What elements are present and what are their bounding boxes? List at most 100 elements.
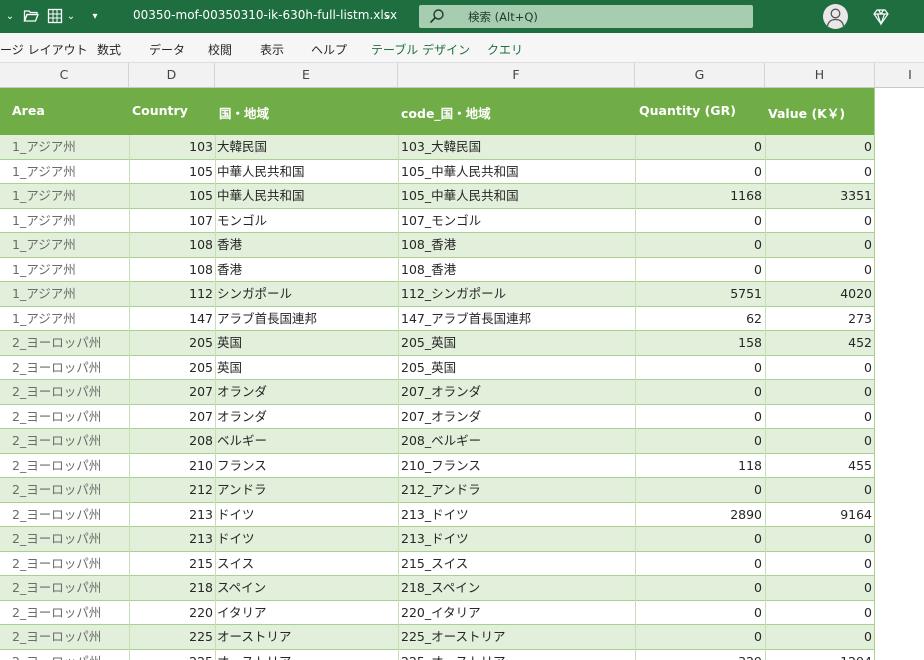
- cell-quantity[interactable]: 0: [636, 601, 762, 625]
- cell-code-country-name[interactable]: 225_オーストリア: [401, 650, 633, 660]
- cell-code-country-name[interactable]: 108_香港: [401, 233, 633, 257]
- cell-country-name[interactable]: ドイツ: [217, 527, 395, 551]
- cell-country-code[interactable]: 213: [129, 503, 213, 527]
- cell-country-name[interactable]: ドイツ: [217, 503, 395, 527]
- cell-area[interactable]: 1_アジア州: [12, 135, 127, 159]
- cell-quantity[interactable]: 62: [636, 307, 762, 331]
- cell-quantity[interactable]: 0: [636, 209, 762, 233]
- cell-code-country-name[interactable]: 103_大韓民国: [401, 135, 633, 159]
- cell-quantity[interactable]: 118: [636, 454, 762, 478]
- cell-country-name[interactable]: オーストリア: [217, 650, 395, 660]
- file-menu-chevron-icon[interactable]: ⌄: [383, 8, 392, 21]
- cell-quantity[interactable]: 0: [636, 576, 762, 600]
- account-avatar[interactable]: [823, 4, 848, 29]
- cell-country-code[interactable]: 213: [129, 527, 213, 551]
- cell-quantity[interactable]: 0: [636, 233, 762, 257]
- cell-area[interactable]: 1_アジア州: [12, 209, 127, 233]
- cell-area[interactable]: 2_ヨーロッパ州: [12, 527, 127, 551]
- header-quantity[interactable]: Quantity (GR): [639, 103, 736, 118]
- cell-area[interactable]: 2_ヨーロッパ州: [12, 380, 127, 404]
- header-code-country-name[interactable]: code_国・地域: [401, 103, 491, 122]
- cell-code-country-name[interactable]: 112_シンガポール: [401, 282, 633, 306]
- cell-area[interactable]: 2_ヨーロッパ州: [12, 650, 127, 660]
- cell-quantity[interactable]: 0: [636, 527, 762, 551]
- cell-value[interactable]: 455: [765, 454, 872, 478]
- cell-country-code[interactable]: 108: [129, 233, 213, 257]
- tab-query[interactable]: クエリ: [487, 41, 523, 58]
- cell-value[interactable]: 0: [765, 160, 872, 184]
- cell-code-country-name[interactable]: 105_中華人民共和国: [401, 160, 633, 184]
- cell-country-name[interactable]: 中華人民共和国: [217, 184, 395, 208]
- header-area[interactable]: Area: [12, 103, 45, 118]
- tab-table-design[interactable]: テーブル デザイン: [371, 41, 470, 58]
- cell-value[interactable]: 0: [765, 625, 872, 649]
- cell-country-code[interactable]: 103: [129, 135, 213, 159]
- cell-quantity[interactable]: 0: [636, 135, 762, 159]
- cell-value[interactable]: 0: [765, 601, 872, 625]
- cell-country-code[interactable]: 105: [129, 160, 213, 184]
- cell-value[interactable]: 0: [765, 527, 872, 551]
- cell-quantity[interactable]: 0: [636, 258, 762, 282]
- cell-country-code[interactable]: 212: [129, 478, 213, 502]
- cell-country-code[interactable]: 220: [129, 601, 213, 625]
- cell-country-name[interactable]: オーストリア: [217, 625, 395, 649]
- cell-area[interactable]: 1_アジア州: [12, 184, 127, 208]
- tab-review[interactable]: 校閲: [208, 41, 232, 58]
- cell-value[interactable]: 273: [765, 307, 872, 331]
- cell-country-name[interactable]: アンドラ: [217, 478, 395, 502]
- tab-data[interactable]: データ: [149, 41, 185, 58]
- cell-country-name[interactable]: ベルギー: [217, 429, 395, 453]
- header-country[interactable]: Country: [132, 103, 188, 118]
- cell-country-name[interactable]: イタリア: [217, 601, 395, 625]
- cell-country-code[interactable]: 225: [129, 625, 213, 649]
- cell-country-code[interactable]: 112: [129, 282, 213, 306]
- column-header-f[interactable]: F: [398, 63, 635, 87]
- column-header-e[interactable]: E: [215, 63, 398, 87]
- cell-code-country-name[interactable]: 108_香港: [401, 258, 633, 282]
- cell-country-name[interactable]: 大韓民国: [217, 135, 395, 159]
- cell-code-country-name[interactable]: 207_オランダ: [401, 405, 633, 429]
- column-header-i[interactable]: I: [875, 63, 924, 87]
- cell-area[interactable]: 2_ヨーロッパ州: [12, 454, 127, 478]
- cell-country-code[interactable]: 105: [129, 184, 213, 208]
- column-header-g[interactable]: G: [635, 63, 765, 87]
- cell-country-name[interactable]: 香港: [217, 258, 395, 282]
- cell-value[interactable]: 9164: [765, 503, 872, 527]
- column-header-d[interactable]: D: [129, 63, 215, 87]
- cell-country-name[interactable]: フランス: [217, 454, 395, 478]
- header-value[interactable]: Value (K￥): [768, 103, 845, 122]
- form-icon[interactable]: [46, 5, 64, 27]
- cell-area[interactable]: 2_ヨーロッパ州: [12, 331, 127, 355]
- cell-code-country-name[interactable]: 213_ドイツ: [401, 527, 633, 551]
- premium-diamond-icon[interactable]: [871, 7, 891, 27]
- cell-code-country-name[interactable]: 210_フランス: [401, 454, 633, 478]
- cell-country-name[interactable]: 英国: [217, 356, 395, 380]
- cell-value[interactable]: 452: [765, 331, 872, 355]
- cell-area[interactable]: 1_アジア州: [12, 282, 127, 306]
- header-country-name[interactable]: 国・地域: [219, 103, 269, 122]
- cell-country-code[interactable]: 210: [129, 454, 213, 478]
- cell-value[interactable]: 0: [765, 478, 872, 502]
- cell-country-name[interactable]: モンゴル: [217, 209, 395, 233]
- cell-area[interactable]: 2_ヨーロッパ州: [12, 552, 127, 576]
- cell-value[interactable]: 0: [765, 356, 872, 380]
- customize-toolbar-icon[interactable]: ▾: [88, 5, 102, 27]
- cell-quantity[interactable]: 0: [636, 625, 762, 649]
- cell-country-name[interactable]: シンガポール: [217, 282, 395, 306]
- cell-value[interactable]: 3351: [765, 184, 872, 208]
- tab-help[interactable]: ヘルプ: [311, 41, 347, 58]
- cell-code-country-name[interactable]: 213_ドイツ: [401, 503, 633, 527]
- open-folder-icon[interactable]: [22, 5, 40, 27]
- cell-quantity[interactable]: 0: [636, 429, 762, 453]
- chevron-down-icon[interactable]: ⌄: [4, 5, 16, 27]
- cell-quantity[interactable]: 0: [636, 478, 762, 502]
- tab-formulas[interactable]: 数式: [97, 41, 121, 58]
- cell-area[interactable]: 2_ヨーロッパ州: [12, 625, 127, 649]
- cell-value[interactable]: 0: [765, 429, 872, 453]
- tab-view[interactable]: 表示: [260, 41, 284, 58]
- cell-code-country-name[interactable]: 225_オーストリア: [401, 625, 633, 649]
- cell-country-code[interactable]: 218: [129, 576, 213, 600]
- cell-country-name[interactable]: オランダ: [217, 405, 395, 429]
- cell-country-name[interactable]: 英国: [217, 331, 395, 355]
- tab-page-layout[interactable]: ージ レイアウト: [0, 41, 88, 58]
